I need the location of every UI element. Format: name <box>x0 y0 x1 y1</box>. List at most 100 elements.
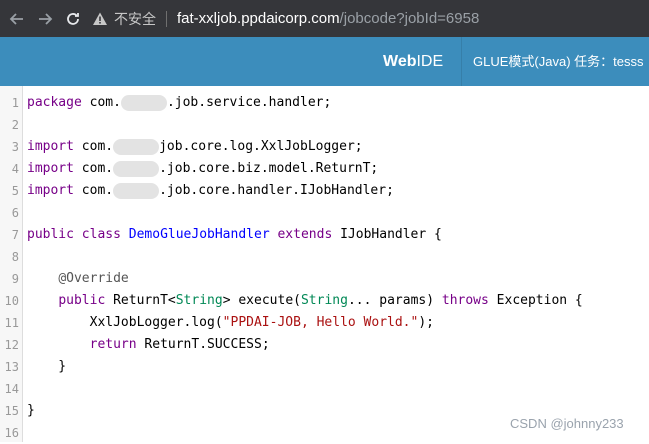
redacted-blur <box>120 94 167 111</box>
code-text: import com. .job.core.handler.IJobHandler… <box>27 180 394 202</box>
code-token: @Override <box>58 271 129 286</box>
forward-button[interactable] <box>34 8 56 30</box>
reload-icon <box>67 12 79 25</box>
code-line[interactable]: 1 package com. .job.service.handler; <box>0 92 649 114</box>
code-token: job.core.log.XxlJobLogger; <box>159 139 363 154</box>
security-label: 不安全 <box>114 10 156 27</box>
code-line[interactable]: 5 import com. .job.core.handler.IJobHandle… <box>0 180 649 202</box>
code-token: .job.core.handler.IJobHandler; <box>159 183 394 198</box>
code-token: .job.core.biz.model.ReturnT; <box>159 161 379 176</box>
code-line[interactable]: 3 import com. job.core.log.XxlJobLogger; <box>0 136 649 158</box>
code-text: } <box>27 400 35 422</box>
code-text: package com. .job.service.handler; <box>27 92 331 114</box>
arrow-right-icon <box>39 12 53 25</box>
code-token: String <box>300 293 348 308</box>
watermark: CSDN @johnny233 <box>510 416 624 431</box>
logo-bold: Web <box>383 53 417 70</box>
line-number: 12 <box>4 338 19 352</box>
code-text: import com. .job.core.biz.model.ReturnT; <box>27 158 378 180</box>
line-number: 16 <box>4 426 19 440</box>
code-token: IJobHandler { <box>332 227 442 242</box>
code-token: DemoGlueJobHandler <box>128 227 270 242</box>
line-number: 11 <box>4 316 19 330</box>
line-number: 6 <box>11 206 19 220</box>
security-indicator[interactable]: 不安全 <box>92 9 156 29</box>
code-token: throws <box>441 293 489 308</box>
code-token: .job.service.handler; <box>166 95 332 110</box>
code-token: public <box>58 293 106 308</box>
line-number: 13 <box>4 360 19 374</box>
logo-normal: IDE <box>416 53 444 70</box>
code-line[interactable]: 4 import com. .job.core.biz.model.ReturnT; <box>0 158 649 180</box>
code-token: class <box>81 227 121 242</box>
line-number: 1 <box>11 96 19 110</box>
line-number: 4 <box>11 162 19 176</box>
line-number: 3 <box>11 140 19 154</box>
code-token: XxlJobLogger.log( <box>27 315 223 330</box>
arrow-left-icon <box>9 12 23 25</box>
warning-icon <box>93 12 107 25</box>
line-number: 2 <box>11 118 19 132</box>
code-editor[interactable]: 1 package com. .job.service.handler; 2 3 impo… <box>0 86 649 442</box>
code-token: return <box>89 337 137 352</box>
code-text: return ReturnT.SUCCESS; <box>27 334 270 356</box>
code-line[interactable]: 12 return ReturnT.SUCCESS; <box>0 334 649 356</box>
code-token: public <box>27 227 74 242</box>
code-token: com. <box>81 95 121 110</box>
line-number: 5 <box>11 184 19 198</box>
reload-button[interactable] <box>62 8 84 30</box>
code-token: import <box>27 183 74 198</box>
code-line[interactable]: 11 XxlJobLogger.log("PPDAI-JOB, Hello Wo… <box>0 312 649 334</box>
code-text: XxlJobLogger.log("PPDAI-JOB, Hello World… <box>27 312 434 334</box>
line-number: 9 <box>11 272 19 286</box>
code-text: } <box>27 356 66 378</box>
line-number: 15 <box>4 404 19 418</box>
code-line[interactable]: 8 <box>0 246 649 268</box>
code-token: package <box>27 95 82 110</box>
code-line[interactable]: 9 @Override <box>0 268 649 290</box>
code-token: import <box>27 139 74 154</box>
code-text: public class DemoGlueJobHandler extends … <box>27 224 442 246</box>
code-token: } <box>27 359 67 374</box>
code-token: ); <box>418 315 434 330</box>
address-bar[interactable]: fat-xxljob.ppdaicorp.com/jobcode?jobId=6… <box>177 10 479 27</box>
code-line[interactable]: 7 public class DemoGlueJobHandler extends… <box>0 224 649 246</box>
app-header: WebIDE GLUE模式(Java) 任务：tesss <box>0 37 649 86</box>
code-line[interactable]: 13 } <box>0 356 649 378</box>
glue-mode-task-info: GLUE模式(Java) 任务：tesss <box>473 54 644 69</box>
code-token: ReturnT< <box>105 293 176 308</box>
code-line[interactable]: 2 <box>0 114 649 136</box>
code-line[interactable]: 14 <box>0 378 649 400</box>
code-line[interactable]: 10 public ReturnT<String> execute(String… <box>0 290 649 312</box>
address-separator <box>166 10 167 27</box>
code-token: import <box>27 161 74 176</box>
code-token: com. <box>73 161 114 176</box>
header-divider <box>461 37 462 86</box>
app-logo[interactable]: WebIDE <box>383 37 443 86</box>
back-button[interactable] <box>6 8 28 30</box>
code-token: ReturnT.SUCCESS; <box>136 337 270 352</box>
redacted-blur <box>113 138 160 155</box>
code-token: com. <box>73 139 114 154</box>
code-token: Exception { <box>488 293 583 308</box>
url-host: fat-xxljob.ppdaicorp.com <box>177 10 340 27</box>
code-token: extends <box>277 227 333 242</box>
url-path: /jobcode?jobId=6958 <box>339 10 480 27</box>
code-text: @Override <box>27 268 129 290</box>
browser-toolbar: 不安全 fat-xxljob.ppdaicorp.com/jobcode?job… <box>0 0 649 37</box>
line-number: 10 <box>4 294 19 308</box>
code-text: import com. job.core.log.XxlJobLogger; <box>27 136 363 158</box>
code-line[interactable]: 6 <box>0 202 649 224</box>
code-token: "PPDAI-JOB, Hello World." <box>222 315 419 330</box>
redacted-blur <box>113 160 160 177</box>
redacted-blur <box>113 182 160 199</box>
code-token: com. <box>73 183 114 198</box>
code-token: } <box>27 403 35 418</box>
code-token: String <box>175 293 223 308</box>
code-text: public ReturnT<String> execute(String...… <box>27 290 583 312</box>
